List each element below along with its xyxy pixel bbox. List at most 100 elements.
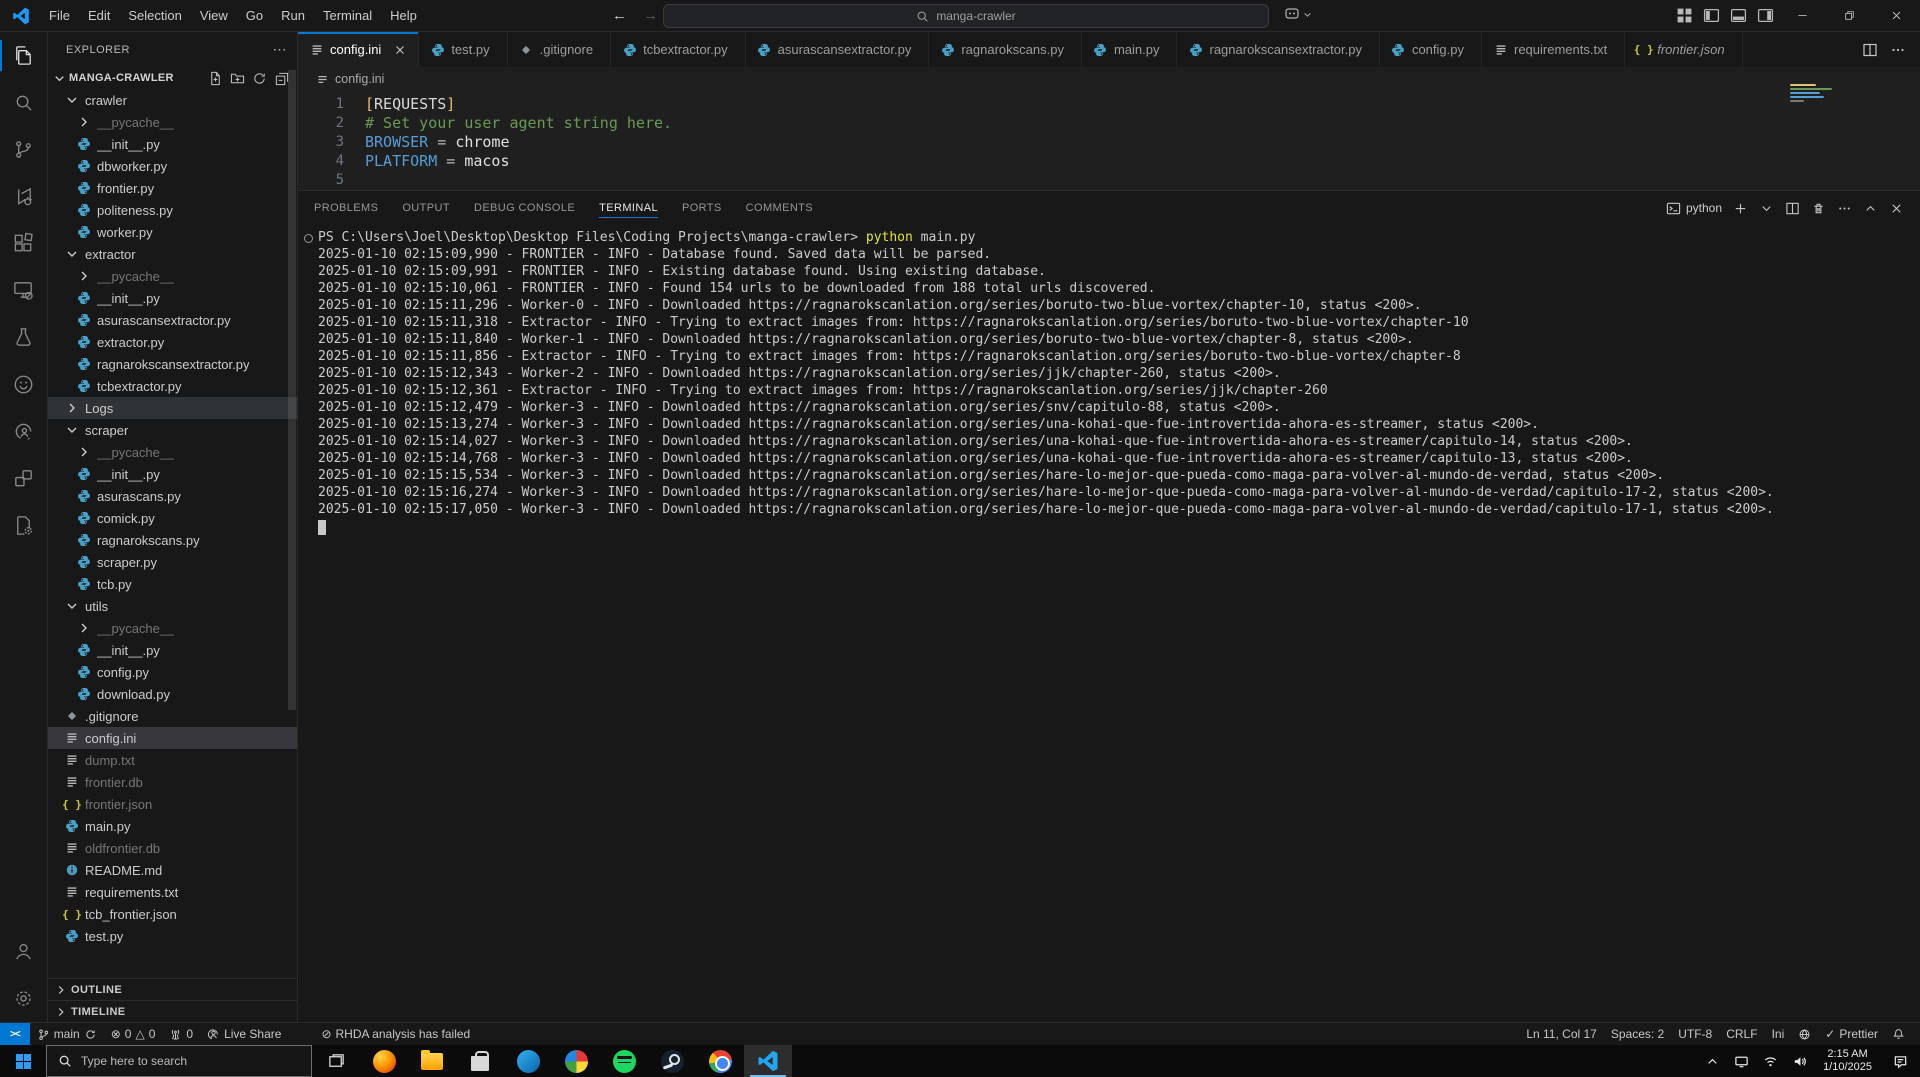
menu-item[interactable]: Terminal <box>314 0 381 31</box>
new-terminal-icon[interactable] <box>1733 201 1748 216</box>
more-actions-icon[interactable] <box>1890 42 1906 58</box>
network-tray-icon[interactable] <box>1756 1045 1785 1077</box>
taskbar-clock[interactable]: 2:15 AM 1/10/2025 <box>1814 1048 1881 1074</box>
tree-item[interactable]: config.py <box>48 661 297 683</box>
toggle-sidebar-right-icon[interactable] <box>1757 7 1774 24</box>
tree-item[interactable]: .gitignore <box>48 705 297 727</box>
tree-item[interactable]: requirements.txt <box>48 881 297 903</box>
tree-item[interactable]: ragnarokscans.py <box>48 529 297 551</box>
editor-tab[interactable]: config.ini <box>298 32 419 67</box>
tree-item[interactable]: __init__.py <box>48 463 297 485</box>
tree-item[interactable]: download.py <box>48 683 297 705</box>
restore-button[interactable] <box>1826 0 1873 31</box>
terminal-shell-label[interactable]: python <box>1666 201 1722 216</box>
editor-tab[interactable]: ragnarokscansextractor.py <box>1177 32 1379 67</box>
tree-item[interactable]: main.py <box>48 815 297 837</box>
explorer-more-actions-icon[interactable]: ⋯ <box>273 41 288 58</box>
breadcrumb[interactable]: config.ini <box>298 67 1920 91</box>
timeline-section[interactable]: TIMELINE <box>48 1000 297 1022</box>
tree-item[interactable]: frontier.db <box>48 771 297 793</box>
taskbar-app-steam[interactable] <box>648 1045 696 1077</box>
settings-gear-icon[interactable] <box>0 975 48 1022</box>
tree-item[interactable]: __init__.py <box>48 287 297 309</box>
tree-item[interactable]: extractor <box>48 243 297 265</box>
taskbar-app-store[interactable] <box>456 1045 504 1077</box>
run-debug-icon[interactable] <box>0 173 48 220</box>
display-tray-icon[interactable] <box>1727 1045 1756 1077</box>
terminal-output[interactable]: PS C:\Users\Joel\Desktop\Desktop Files\C… <box>298 225 1920 518</box>
tree-item[interactable]: scraper.py <box>48 551 297 573</box>
command-center-search[interactable]: manga-crawler <box>663 4 1269 28</box>
taskbar-app-blue[interactable] <box>504 1045 552 1077</box>
tree-item[interactable]: dump.txt <box>48 749 297 771</box>
tree-item[interactable]: __init__.py <box>48 639 297 661</box>
tree-item[interactable]: tcb.py <box>48 573 297 595</box>
tree-item[interactable]: frontier.py <box>48 177 297 199</box>
editor-tab[interactable]: config.py <box>1380 32 1482 67</box>
tree-item[interactable]: scraper <box>48 419 297 441</box>
taskbar-app-chrome[interactable] <box>696 1045 744 1077</box>
tree-item[interactable]: extractor.py <box>48 331 297 353</box>
minimize-button[interactable] <box>1779 0 1826 31</box>
taskbar-app-firefox[interactable] <box>360 1045 408 1077</box>
new-folder-icon[interactable] <box>230 71 245 86</box>
menu-item[interactable]: View <box>191 0 237 31</box>
new-file-icon[interactable] <box>208 71 223 86</box>
project-root-row[interactable]: MANGA-CRAWLER <box>48 67 297 89</box>
task-view-button[interactable] <box>312 1045 360 1077</box>
outline-section[interactable]: OUTLINE <box>48 978 297 1000</box>
menu-item[interactable]: Run <box>272 0 314 31</box>
toggle-panel-icon[interactable] <box>1730 7 1747 24</box>
tree-item[interactable]: test.py <box>48 925 297 947</box>
close-button[interactable] <box>1873 0 1920 31</box>
git-branch-item[interactable]: main <box>30 1023 104 1045</box>
tree-item[interactable]: __pycache__ <box>48 265 297 287</box>
editor-tab[interactable]: ragnarokscans.py <box>929 32 1082 67</box>
back-arrow-icon[interactable]: ← <box>612 7 627 24</box>
tree-item[interactable]: comick.py <box>48 507 297 529</box>
editor-tab[interactable]: main.py <box>1082 32 1178 67</box>
sidebar-scrollbar[interactable] <box>288 70 296 710</box>
tree-item[interactable]: oldfrontier.db <box>48 837 297 859</box>
remote-indicator[interactable]: >< <box>0 1023 30 1045</box>
tree-item[interactable]: worker.py <box>48 221 297 243</box>
editor-tab[interactable]: tcbextractor.py <box>611 32 746 67</box>
terminal-dropdown-icon[interactable] <box>1759 201 1774 216</box>
account-icon[interactable] <box>0 928 48 975</box>
minimap[interactable] <box>1790 84 1840 104</box>
notifications-bell-item[interactable] <box>1885 1023 1912 1045</box>
menu-item[interactable]: Edit <box>79 0 119 31</box>
menu-item[interactable]: Help <box>381 0 426 31</box>
tree-item[interactable]: config.ini <box>48 727 297 749</box>
explorer-icon[interactable] <box>0 32 48 79</box>
source-control-icon[interactable] <box>0 126 48 173</box>
tree-item[interactable]: asurascansextractor.py <box>48 309 297 331</box>
extensions-icon[interactable] <box>0 220 48 267</box>
testing-icon[interactable] <box>0 314 48 361</box>
toggle-sidebar-left-icon[interactable] <box>1703 7 1720 24</box>
panel-more-actions-icon[interactable] <box>1837 201 1852 216</box>
tree-item[interactable]: asurascans.py <box>48 485 297 507</box>
rhda-status-item[interactable]: ⊘ RHDA analysis has failed <box>314 1023 477 1045</box>
collapse-all-icon[interactable] <box>274 71 289 86</box>
tree-item[interactable]: README.md <box>48 859 297 881</box>
problems-item[interactable]: ⊗0 △0 <box>104 1023 163 1045</box>
tree-item[interactable]: __pycache__ <box>48 111 297 133</box>
tree-item[interactable]: tcbextractor.py <box>48 375 297 397</box>
tree-item[interactable]: __pycache__ <box>48 441 297 463</box>
start-button[interactable] <box>0 1045 46 1077</box>
volume-tray-icon[interactable] <box>1785 1045 1814 1077</box>
code-editor[interactable]: 1 [REQUESTS] 2 # Set your user agent str… <box>298 91 1920 190</box>
editor-tab[interactable]: test.py <box>419 32 507 67</box>
browser-preview-item[interactable] <box>1791 1023 1818 1045</box>
taskbar-app-colorful[interactable] <box>552 1045 600 1077</box>
customize-layout-icon[interactable] <box>1676 7 1693 24</box>
panel-tab[interactable]: DEBUG CONSOLE <box>474 191 575 225</box>
editor-tab[interactable]: .gitignore <box>508 32 611 67</box>
menu-item[interactable]: Go <box>237 0 272 31</box>
formatter-item[interactable]: ✓Prettier <box>1818 1023 1885 1045</box>
maximize-panel-icon[interactable] <box>1863 201 1878 216</box>
tree-item[interactable]: __pycache__ <box>48 617 297 639</box>
close-panel-icon[interactable] <box>1889 201 1904 216</box>
action-center-icon[interactable] <box>1881 1045 1920 1077</box>
